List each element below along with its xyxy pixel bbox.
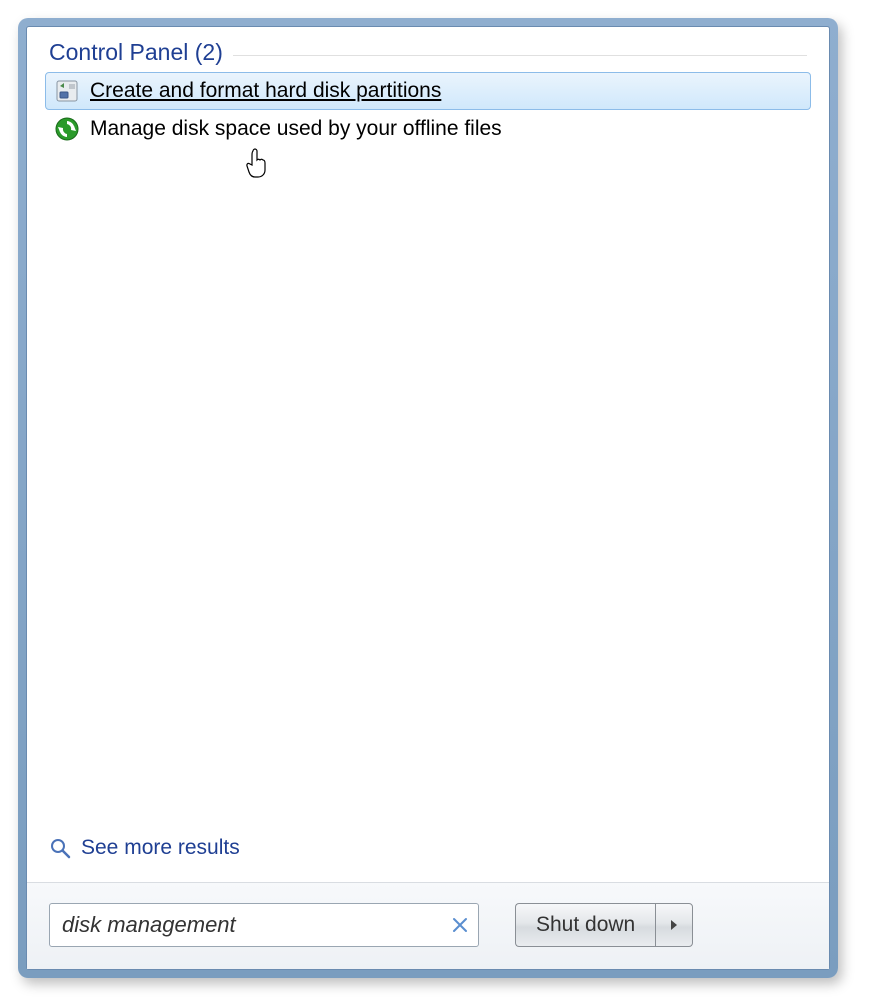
clear-search-icon[interactable]: [451, 916, 469, 934]
result-label: Manage disk space used by your offline f…: [90, 117, 502, 141]
result-label: Create and format hard disk partitions: [90, 79, 441, 103]
result-item-offline-files[interactable]: Manage disk space used by your offline f…: [45, 110, 811, 148]
shutdown-group: Shut down: [515, 903, 693, 947]
see-more-label: See more results: [81, 836, 240, 860]
sync-icon: [54, 116, 80, 142]
footer: Shut down: [27, 882, 829, 969]
triangle-right-icon: [669, 919, 679, 931]
search-icon: [49, 837, 71, 859]
see-more-results[interactable]: See more results: [27, 828, 829, 874]
divider: [233, 55, 807, 56]
result-item-create-format-partitions[interactable]: Create and format hard disk partitions: [45, 72, 811, 110]
result-list: Create and format hard disk partitions M…: [27, 72, 829, 148]
search-wrap: [49, 903, 479, 947]
category-header: Control Panel (2): [27, 39, 829, 72]
panel-inner: Control Panel (2) Create and format hard…: [26, 26, 830, 970]
shutdown-button[interactable]: Shut down: [515, 903, 655, 947]
results-area: Control Panel (2) Create and format hard…: [27, 27, 829, 882]
admin-tools-icon: [54, 78, 80, 104]
start-menu-search-panel: Control Panel (2) Create and format hard…: [18, 18, 838, 978]
spacer: [27, 148, 829, 828]
search-input[interactable]: [49, 903, 479, 947]
category-title: Control Panel (2): [49, 39, 223, 66]
shutdown-menu-button[interactable]: [655, 903, 693, 947]
